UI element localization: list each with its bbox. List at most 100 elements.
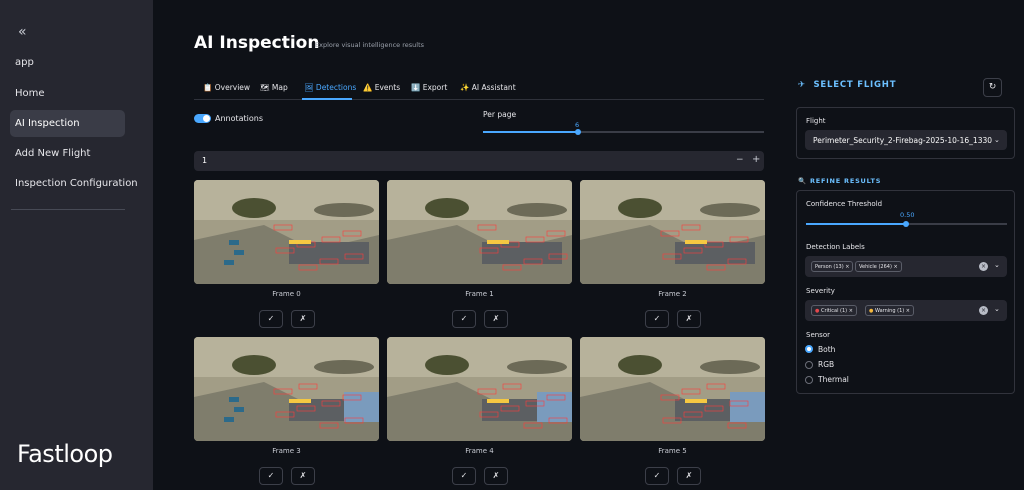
aerial-photo bbox=[387, 337, 572, 441]
sensor-radio-rgb[interactable] bbox=[805, 361, 813, 369]
detection-labels-multiselect[interactable]: Person (13) × Vehicle (264) × × ⌄ bbox=[805, 256, 1007, 277]
approve-frame-button[interactable]: ✓ bbox=[259, 310, 283, 328]
tag-label: Warning (1) bbox=[874, 308, 905, 314]
per-page-label: Per page bbox=[483, 110, 517, 119]
sidebar-item-inspection-configuration[interactable]: Inspection Configuration bbox=[10, 170, 138, 197]
aerial-photo bbox=[194, 337, 379, 441]
reject-frame-button[interactable]: ✗ bbox=[677, 467, 701, 485]
confidence-threshold-label: Confidence Threshold bbox=[806, 200, 883, 208]
frame-caption: Frame 0 bbox=[272, 290, 301, 298]
tab-detections[interactable]: 🖼 Detections bbox=[304, 83, 356, 92]
sensor-radio-both[interactable] bbox=[805, 345, 813, 353]
fastloop-logo: Fastloop bbox=[17, 440, 113, 468]
download-icon: ⬇️ bbox=[411, 83, 421, 92]
tag-person[interactable]: Person (13) × bbox=[811, 261, 854, 272]
tab-map[interactable]: 🗺 Map bbox=[260, 83, 288, 92]
chevron-down-icon[interactable]: ⌄ bbox=[994, 261, 1000, 269]
reject-frame-button[interactable]: ✗ bbox=[677, 310, 701, 328]
frame-image[interactable] bbox=[387, 180, 572, 284]
reject-frame-button[interactable]: ✗ bbox=[291, 310, 315, 328]
tab-label: Events bbox=[374, 83, 401, 92]
warning-dot-icon: ● bbox=[869, 308, 874, 314]
sensor-radio-thermal[interactable] bbox=[805, 376, 813, 384]
sidebar: « app Home AI Inspection Add New Flight … bbox=[0, 0, 153, 490]
refine-results-heading: 🔍 REFINE RESULTS bbox=[798, 177, 881, 185]
frame-caption: Frame 4 bbox=[465, 447, 494, 455]
sensor-option-rgb[interactable]: RGB bbox=[818, 360, 834, 369]
decrement-page-button[interactable]: − bbox=[736, 155, 744, 165]
confidence-slider-fill bbox=[806, 223, 906, 225]
tag-label: Vehicle (264) bbox=[859, 264, 892, 270]
tab-events[interactable]: ⚠️ Events bbox=[363, 83, 400, 92]
map-icon: 🗺 bbox=[260, 83, 270, 92]
warning-icon: ⚠️ bbox=[363, 83, 373, 92]
sensor-option-thermal[interactable]: Thermal bbox=[818, 375, 849, 384]
per-page-slider-fill bbox=[483, 131, 578, 133]
page-title: AI Inspection bbox=[194, 33, 320, 53]
reject-frame-button[interactable]: ✗ bbox=[484, 310, 508, 328]
chevron-down-icon: ⌄ bbox=[994, 136, 1000, 144]
aerial-photo bbox=[580, 180, 765, 284]
sparkles-icon: ✨ bbox=[460, 83, 470, 92]
sensor-label: Sensor bbox=[806, 331, 830, 339]
sidebar-item-add-new-flight[interactable]: Add New Flight bbox=[10, 140, 125, 167]
refresh-button[interactable]: ↻ bbox=[983, 78, 1002, 97]
select-flight-title: SELECT FLIGHT bbox=[813, 80, 897, 90]
tab-label: Detections bbox=[315, 83, 357, 92]
tab-export[interactable]: ⬇️ Export bbox=[411, 83, 447, 92]
chevron-down-icon[interactable]: ⌄ bbox=[994, 305, 1000, 313]
tab-label: Overview bbox=[214, 83, 251, 92]
frame-image[interactable] bbox=[580, 180, 765, 284]
sensor-option-both[interactable]: Both bbox=[818, 345, 835, 354]
clear-detection-labels-icon[interactable]: × bbox=[979, 262, 988, 271]
select-flight-heading: ✈ SELECT FLIGHT bbox=[798, 80, 896, 90]
approve-frame-button[interactable]: ✓ bbox=[452, 467, 476, 485]
page-number-value: 1 bbox=[202, 156, 208, 165]
page-subtitle: Explore visual intelligence results bbox=[315, 41, 425, 49]
reject-frame-button[interactable]: ✗ bbox=[484, 467, 508, 485]
frame-image[interactable] bbox=[387, 337, 572, 441]
clipboard-icon: 📋 bbox=[203, 83, 213, 92]
tag-vehicle[interactable]: Vehicle (264) × bbox=[855, 261, 902, 272]
confidence-slider-thumb[interactable] bbox=[903, 221, 909, 227]
severity-label: Severity bbox=[806, 287, 835, 295]
annotations-toggle[interactable] bbox=[194, 114, 211, 123]
flight-select-value: Perimeter_Security_2-Firebag-2025-10-16_… bbox=[813, 136, 993, 145]
detection-labels-label: Detection Labels bbox=[806, 243, 865, 251]
annotations-label: Annotations bbox=[215, 114, 264, 123]
frame-caption: Frame 3 bbox=[272, 447, 301, 455]
collapse-sidebar-icon[interactable]: « bbox=[18, 24, 27, 40]
aerial-photo bbox=[194, 180, 379, 284]
increment-page-button[interactable]: + bbox=[752, 154, 760, 165]
sidebar-item-ai-inspection[interactable]: AI Inspection bbox=[10, 110, 125, 137]
tab-ai-assistant[interactable]: ✨ AI Assistant bbox=[460, 83, 516, 92]
frame-image[interactable] bbox=[194, 180, 379, 284]
sidebar-item-home[interactable]: Home bbox=[10, 80, 125, 107]
tag-warning[interactable]: ● Warning (1) × bbox=[865, 305, 914, 316]
sidebar-divider bbox=[11, 209, 125, 210]
frame-image[interactable] bbox=[580, 337, 765, 441]
critical-dot-icon: ● bbox=[815, 308, 820, 314]
frame-image[interactable] bbox=[194, 337, 379, 441]
tab-label: Map bbox=[271, 83, 288, 92]
tag-critical[interactable]: ● Critical (1) × bbox=[811, 305, 857, 316]
airplane-icon: ✈ bbox=[798, 80, 806, 90]
refine-results-title: REFINE RESULTS bbox=[809, 177, 882, 185]
flight-panel: Flight Perimeter_Security_2-Firebag-2025… bbox=[796, 107, 1015, 159]
tab-bar: 📋 Overview 🗺 Map 🖼 Detections ⚠️ Events … bbox=[194, 80, 764, 100]
frame-caption: Frame 2 bbox=[658, 290, 687, 298]
aerial-photo bbox=[580, 337, 765, 441]
approve-frame-button[interactable]: ✓ bbox=[259, 467, 283, 485]
approve-frame-button[interactable]: ✓ bbox=[645, 310, 669, 328]
approve-frame-button[interactable]: ✓ bbox=[645, 467, 669, 485]
sidebar-app-label[interactable]: app bbox=[15, 57, 34, 68]
reject-frame-button[interactable]: ✗ bbox=[291, 467, 315, 485]
tab-overview[interactable]: 📋 Overview bbox=[203, 83, 250, 92]
search-icon: 🔍 bbox=[798, 177, 807, 185]
per-page-slider-thumb[interactable] bbox=[575, 129, 581, 135]
clear-severity-icon[interactable]: × bbox=[979, 306, 988, 315]
approve-frame-button[interactable]: ✓ bbox=[452, 310, 476, 328]
flight-select[interactable]: Perimeter_Security_2-Firebag-2025-10-16_… bbox=[805, 130, 1007, 150]
page-number-input[interactable]: 1 − + bbox=[194, 151, 764, 171]
severity-multiselect[interactable]: ● Critical (1) × ● Warning (1) × × ⌄ bbox=[805, 300, 1007, 321]
